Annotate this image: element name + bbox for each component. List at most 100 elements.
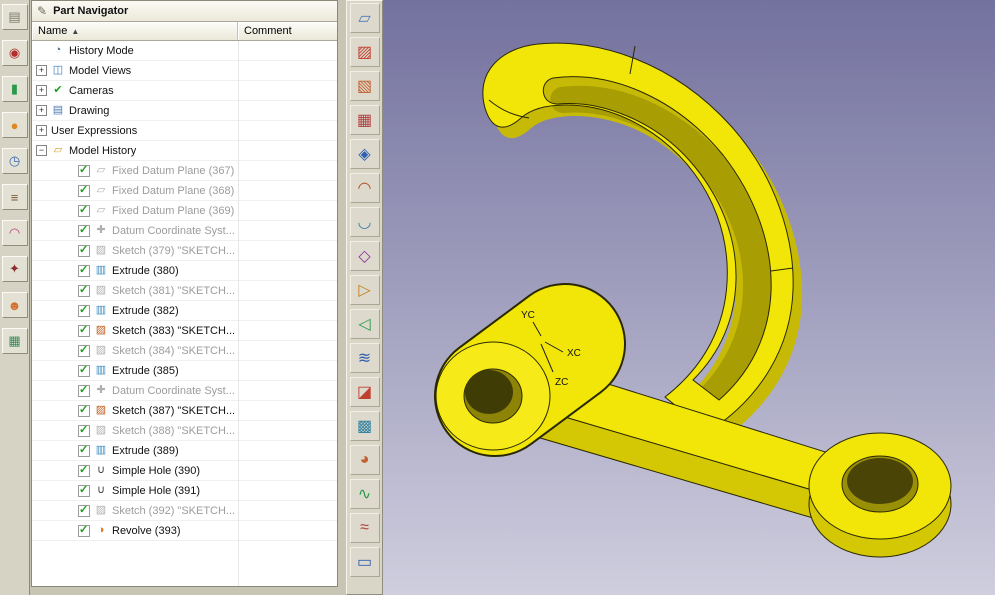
offset-surface-icon: ≋ [357, 350, 372, 367]
tree-item-label: Datum Coordinate Syst... [112, 384, 235, 397]
measurement-icon[interactable]: ◉ [1, 40, 28, 66]
tree-item[interactable]: ✓ ▨ Sketch (388) "SKETCH... [32, 421, 337, 441]
styled-blend-icon: ≈ [360, 519, 369, 536]
feature-checkbox[interactable]: ✓ [78, 164, 90, 177]
roles-icon[interactable]: ☻ [1, 292, 28, 318]
tree-item-label: Sketch (384) "SKETCH... [112, 344, 236, 357]
feature-checkbox[interactable]: ✓ [78, 244, 90, 257]
expander-icon[interactable]: + [36, 85, 47, 96]
feature-checkbox[interactable]: ✓ [78, 284, 90, 297]
tree-item[interactable]: ✓ ∪ Simple Hole (390) [32, 461, 337, 481]
thermometer-icon[interactable]: ▮ [1, 76, 28, 102]
tree-item-label: User Expressions [51, 124, 138, 137]
expander-icon[interactable]: − [36, 145, 47, 156]
expander-icon[interactable]: + [36, 105, 47, 116]
model-views-icon: ◫ [52, 64, 64, 76]
soft-blend-icon[interactable]: ∿ [349, 479, 380, 509]
feature-checkbox[interactable]: ✓ [78, 303, 90, 317]
feature-checkbox[interactable]: ✓ [78, 464, 90, 477]
feature-checkbox[interactable]: ✓ [78, 363, 90, 377]
cameras-icon: ✔ [53, 84, 63, 96]
feature-checkbox[interactable]: ✓ [78, 324, 90, 337]
swept-surface-icon[interactable]: ◠ [349, 173, 380, 203]
feature-checkbox[interactable]: ✓ [78, 524, 90, 537]
history-clock-icon[interactable]: ◷ [1, 148, 28, 174]
extension-icon[interactable]: ▷ [349, 275, 380, 305]
column-header-comment[interactable]: Comment [238, 22, 337, 40]
feature-checkbox[interactable]: ✓ [78, 484, 90, 497]
graphics-window[interactable]: YC XC ZC [383, 0, 995, 595]
face-blend-icon[interactable]: ◕ [349, 445, 380, 475]
tree-item[interactable]: ✓ ▱ Fixed Datum Plane (368) [32, 181, 337, 201]
tree-item[interactable]: ✓ ▥ Extrude (382) [32, 301, 337, 321]
tree-item-label: Sketch (381) "SKETCH... [112, 284, 236, 297]
tree-item[interactable]: + ▤ Drawing [32, 101, 337, 121]
ruled-surface-icon[interactable]: ▨ [349, 37, 380, 67]
check-icon: ✓ [79, 303, 89, 316]
tree-item[interactable]: ✓ ∪ Simple Hole (391) [32, 481, 337, 501]
notes-icon[interactable]: ≡ [1, 184, 28, 210]
tree-item[interactable]: ✓ ▱ Fixed Datum Plane (369) [32, 201, 337, 221]
trimmed-sheet-icon[interactable]: ◪ [349, 377, 380, 407]
feature-checkbox[interactable]: ✓ [78, 264, 90, 277]
feature-checkbox[interactable]: ✓ [78, 504, 90, 517]
styled-blend-icon[interactable]: ≈ [349, 513, 380, 543]
through-curve-mesh-icon[interactable]: ▦ [349, 105, 380, 135]
viewport-3d[interactable]: YC XC ZC [383, 0, 995, 595]
expander-icon[interactable]: + [36, 65, 47, 76]
bounded-plane-icon[interactable]: ▱ [349, 3, 380, 33]
through-curves-icon[interactable]: ▧ [349, 71, 380, 101]
tree-item[interactable]: ✓ ▱ Fixed Datum Plane (367) [32, 161, 337, 181]
expander-icon[interactable]: + [36, 125, 47, 136]
global-shaping-icon[interactable]: ▭ [349, 547, 380, 577]
feature-checkbox[interactable]: ✓ [78, 444, 90, 457]
feature-checkbox[interactable]: ✓ [78, 224, 90, 237]
tree-item[interactable]: ✓ ▨ Sketch (384) "SKETCH... [32, 341, 337, 361]
tree-item[interactable]: ✓ ◑ Revolve (393) [32, 521, 337, 541]
studio-surface-icon[interactable]: ◈ [349, 139, 380, 169]
tree-item[interactable]: ✓ ▥ Extrude (380) [32, 261, 337, 281]
column-header-name[interactable]: Name ▲ [32, 22, 238, 40]
offset-surface-icon[interactable]: ≋ [349, 343, 380, 373]
tree-item-label: Extrude (389) [112, 444, 179, 457]
feature-checkbox[interactable]: ✓ [78, 424, 90, 437]
history-clock-icon: ◷ [8, 153, 21, 168]
tree-item[interactable]: − ▱ Model History [32, 141, 337, 161]
gallery-icon[interactable]: ▦ [1, 328, 28, 354]
tree-item[interactable]: ✓ ▨ Sketch (381) "SKETCH... [32, 281, 337, 301]
tabbed-panel-icon[interactable]: ▤ [1, 4, 28, 30]
feature-checkbox[interactable]: ✓ [78, 184, 90, 197]
tree-item[interactable]: ✓ ▨ Sketch (387) "SKETCH... [32, 401, 337, 421]
feature-checkbox[interactable]: ✓ [78, 384, 90, 397]
sketch-icon: ▨ [95, 244, 107, 256]
tree-item[interactable]: ✓ ▨ Sketch (379) "SKETCH... [32, 241, 337, 261]
tree-item-label: Sketch (387) "SKETCH... [112, 404, 236, 417]
tree-item[interactable]: ✓ ✚ Datum Coordinate Syst... [32, 381, 337, 401]
tree-item[interactable]: ✓ ✚ Datum Coordinate Syst... [32, 221, 337, 241]
law-extension-icon[interactable]: ◁ [349, 309, 380, 339]
tree-item[interactable]: + User Expressions [32, 121, 337, 141]
section-surface-icon[interactable]: ◡ [349, 207, 380, 237]
palette-rainbow-icon[interactable]: ◠ [1, 220, 28, 246]
fill-surface-icon[interactable]: ▩ [349, 411, 380, 441]
sphere-icon[interactable]: ● [1, 112, 28, 138]
tree-item[interactable]: ✓ ▨ Sketch (392) "SKETCH... [32, 501, 337, 521]
feature-tree: ◔ History Mode + ◫ Model Views + ✔ Cameras + ▤ Dra… [32, 41, 337, 586]
tree-item[interactable]: + ✔ Cameras [32, 81, 337, 101]
check-icon: ✓ [79, 363, 89, 376]
resource-bar: ▤ ◉ ▮ ● ◷ ≡ ◠ ✦ ☻ ▦ [0, 0, 30, 595]
sketch-icon: ▨ [95, 284, 107, 296]
n-sided-surface-icon[interactable]: ◇ [349, 241, 380, 271]
tree-item[interactable]: ✓ ▨ Sketch (383) "SKETCH... [32, 321, 337, 341]
tree-item-label: Model Views [69, 64, 132, 77]
tree-item[interactable]: ✓ ▥ Extrude (385) [32, 361, 337, 381]
feature-checkbox[interactable]: ✓ [78, 404, 90, 417]
feature-checkbox[interactable]: ✓ [78, 344, 90, 357]
tree-item[interactable]: + ◫ Model Views [32, 61, 337, 81]
tools-icon[interactable]: ✦ [1, 256, 28, 282]
part-model[interactable] [434, 42, 952, 558]
tree-item[interactable]: ◔ History Mode [32, 41, 337, 61]
tree-item[interactable]: ✓ ▥ Extrude (389) [32, 441, 337, 461]
feature-checkbox[interactable]: ✓ [78, 204, 90, 217]
trimmed-sheet-icon: ◪ [356, 384, 373, 401]
